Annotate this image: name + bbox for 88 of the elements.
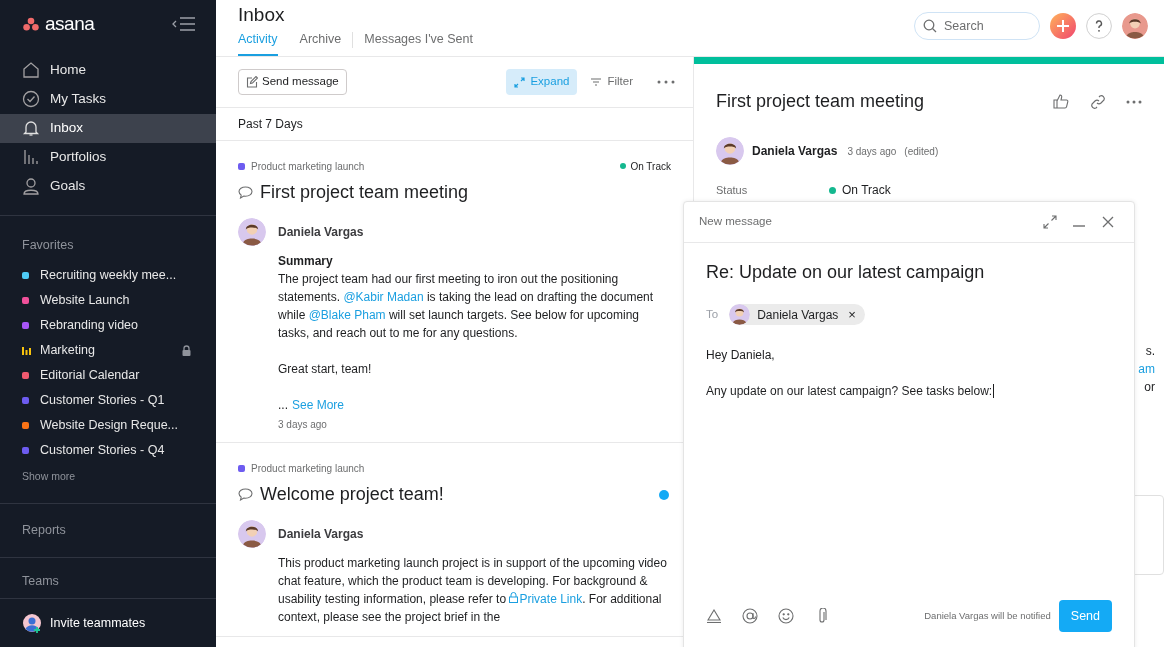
avatar [716, 137, 744, 165]
mention-icon[interactable] [742, 608, 758, 624]
comment-icon [238, 488, 253, 501]
message-text: or [1144, 379, 1155, 396]
emoji-icon[interactable] [778, 608, 794, 624]
invite-user-icon [22, 613, 42, 634]
edited-label: (edited) [904, 144, 939, 159]
favorite-item[interactable]: Customer Stories - Q4 [0, 438, 216, 464]
avatar [238, 520, 266, 548]
nav-item[interactable]: Goals [0, 171, 216, 201]
timestamp: 3 days ago [847, 144, 897, 159]
filter-button[interactable]: Filter [583, 69, 641, 95]
expand-icon [514, 76, 526, 88]
subject-field[interactable]: Re: Update on our latest campaign [706, 259, 985, 286]
invite-teammates-button[interactable]: Invite teammates [0, 599, 216, 647]
home-icon [22, 61, 40, 80]
show-more-link[interactable]: Show more [0, 469, 76, 486]
avatar [729, 304, 751, 325]
status-label: On Track [842, 182, 891, 199]
recipient-chip[interactable]: Daniela Vargas × [729, 304, 865, 325]
search-icon [923, 19, 937, 33]
thumbs-up-icon[interactable] [1053, 94, 1069, 109]
message-text: Great start, team! [278, 361, 373, 378]
dialog-title: New message [699, 214, 773, 230]
notice-text: Daniela Vargas will be notified [924, 608, 1051, 623]
more-icon[interactable] [657, 80, 675, 84]
nav-item[interactable]: Inbox [0, 113, 216, 143]
remove-recipient-button[interactable]: × [848, 308, 856, 321]
favorite-item[interactable]: Website Launch [0, 288, 216, 314]
favorite-item[interactable]: Marketing [0, 338, 216, 364]
section-heading: Past 7 Days [238, 116, 303, 133]
collapse-sidebar-icon[interactable] [172, 15, 196, 32]
help-button[interactable] [1086, 13, 1112, 39]
search-field[interactable]: Search [914, 12, 1040, 40]
favorite-item[interactable]: Recruiting weekly mee... [0, 263, 216, 289]
message-text: Any update on our latest campaign? See tasks below: [706, 383, 995, 400]
check-circle-icon [22, 90, 40, 109]
expand-icon[interactable] [1043, 215, 1057, 229]
author-name[interactable]: Daniela Vargas [278, 525, 364, 543]
section-heading[interactable]: Reports [22, 521, 66, 540]
tab[interactable]: Messages I've Sent [364, 24, 473, 56]
edit-icon [246, 76, 258, 88]
timestamp: 3 days ago [278, 418, 327, 432]
logo-wordmark: asana [45, 14, 95, 34]
summary-heading: Summary [278, 253, 333, 270]
favorite-item[interactable]: Customer Stories - Q1 [0, 388, 216, 414]
nav-item[interactable]: Home [0, 55, 216, 85]
project-name[interactable]: Product marketing launch [251, 158, 365, 174]
text-format-icon[interactable] [706, 609, 722, 623]
message-title[interactable]: First project team meeting [260, 179, 671, 206]
logo-icon [23, 16, 39, 31]
nav-item[interactable]: Portfolios [0, 142, 216, 172]
status-label: On Track [630, 159, 671, 174]
bar-chart-icon [22, 148, 40, 167]
author-name[interactable]: Daniela Vargas [752, 142, 838, 160]
more-icon[interactable] [1126, 99, 1142, 104]
filter-icon [591, 78, 602, 86]
user-avatar[interactable] [1122, 13, 1148, 39]
avatar [238, 218, 266, 246]
message-text: The project team had our first meeting to iron out the positioning statements. @Kabir Madan is taking the lead on drafting the document while @Blake Pham will set launch targets. See below for upcoming tasks, and reach out to me for any questions. [278, 271, 655, 342]
message-field[interactable]: Hey Daniela, Any update on our latest campaign? See tasks below: [706, 346, 995, 400]
link-icon[interactable] [1090, 93, 1106, 110]
message-text: s. [1145, 343, 1155, 360]
bell-icon [22, 119, 40, 138]
section-heading[interactable]: Teams [22, 571, 59, 591]
page-title: Inbox [238, 5, 285, 24]
person-icon [22, 177, 40, 196]
section-heading: Favorites [21, 236, 75, 254]
comment-icon [238, 186, 253, 199]
tab[interactable]: Archive [299, 24, 342, 56]
ellipsis-text: ... [278, 397, 288, 414]
add-button[interactable] [1050, 13, 1076, 39]
message-text: This product marketing launch project is in support of the upcoming video chat feature, which the product team is developing. For background & usability testing information, please refer to Private Link. For additional context, please see the project brief in the [278, 555, 668, 626]
author-name[interactable]: Daniela Vargas [278, 223, 364, 241]
project-name[interactable]: Product marketing launch [251, 460, 365, 476]
message-title[interactable]: Welcome project team! [260, 481, 652, 508]
field-label: To [706, 306, 719, 322]
message-text: Hey Daniela, [706, 347, 776, 364]
favorite-item[interactable]: Website Design Reque... [0, 413, 216, 439]
field-label: Status [716, 182, 749, 198]
close-icon[interactable] [1102, 216, 1114, 228]
detail-title: First project team meeting [716, 90, 926, 113]
favorite-item[interactable]: Rebranding video [0, 313, 216, 339]
favorite-item[interactable]: Editorial Calendar [0, 363, 216, 389]
nav-item[interactable]: My Tasks [0, 84, 216, 114]
send-message-button[interactable]: Send message [238, 69, 347, 95]
attachment-icon[interactable] [817, 608, 827, 624]
lock-icon [509, 592, 519, 603]
